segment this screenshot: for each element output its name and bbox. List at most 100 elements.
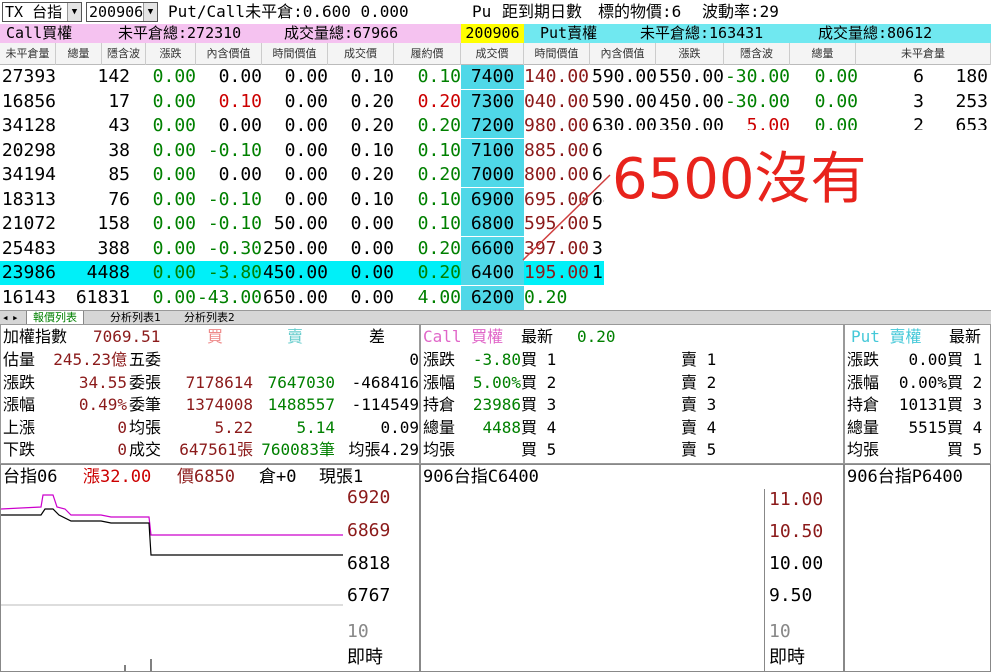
column-header[interactable]: 未平倉量 <box>0 43 56 65</box>
cell-c-oi: 20298 <box>1 139 56 161</box>
put-b-cell[interactable]: 買 4 <box>947 417 990 438</box>
index-l-cell: 下跌 <box>3 440 36 459</box>
annotation-text: 6500沒有 <box>612 147 867 212</box>
cell-c-tot: 85 <box>108 164 130 185</box>
column-header[interactable]: 成交價 <box>461 43 524 65</box>
cell-c-oi: 21072 <box>1 213 56 234</box>
month-select[interactable]: 200906 ▼ <box>86 2 158 22</box>
cell-c-px: 0.20 <box>417 262 461 283</box>
column-header[interactable]: 未平倉量 <box>856 43 991 65</box>
call-s-cell[interactable]: 賣 4 <box>681 417 751 438</box>
tab-analysis-2[interactable]: 分析列表2 <box>180 311 239 325</box>
call-time-label: 即時 <box>769 647 805 668</box>
chevron-down-icon[interactable]: ▼ <box>67 3 81 21</box>
cell-c-iv: 0.00 <box>152 188 196 210</box>
index-l-cell: 上漲 <box>3 417 36 437</box>
tab-analysis-1[interactable]: 分析列表1 <box>106 311 165 325</box>
cell-c-oi: 27393 <box>1 66 56 87</box>
call-b-cell[interactable]: 買 2 <box>521 372 591 393</box>
cell-c-iv: 0.00 <box>152 286 196 308</box>
put-chart-title: 906台指P6400 <box>847 467 963 487</box>
month-value: 200906 <box>89 3 144 21</box>
table-row[interactable]: 16856 17 0.00 0.10 0.00 0.20 0.20 7300 040.00 590… <box>0 89 991 114</box>
cell-c-px: 0.20 <box>417 90 461 112</box>
column-header[interactable]: 時間價值 <box>262 43 328 65</box>
call-b-cell[interactable]: 買 1 <box>521 349 591 370</box>
cell-c-time: 0.10 <box>350 188 394 210</box>
column-header[interactable]: 隱含波 <box>724 43 790 65</box>
cell-c-tot: 17 <box>108 90 130 112</box>
column-header[interactable]: 內含價值 <box>590 43 656 65</box>
call-s-cell[interactable]: 賣 1 <box>681 349 751 370</box>
tab-scroll-left-icon[interactable]: ◂ <box>2 311 9 325</box>
price-line-1 <box>1 494 343 536</box>
column-header[interactable]: 內含價值 <box>196 43 262 65</box>
column-header[interactable]: 漲跌 <box>146 43 196 65</box>
tab-scroll-right-icon[interactable]: ▸ <box>12 311 19 325</box>
column-header[interactable]: 成交價 <box>328 43 394 65</box>
put-b-cell[interactable]: 買 5 <box>947 439 990 460</box>
call-b-cell[interactable]: 買 4 <box>521 417 591 438</box>
call-title: Call買權 <box>6 24 73 42</box>
cell-p-px: 040.00 <box>524 90 590 112</box>
index-d-cell: 0.09 <box>380 417 419 437</box>
index-s-cell: 7647030 <box>267 372 335 392</box>
index-l-cell: 估量 <box>3 350 36 369</box>
tab-quote-list[interactable]: 報價列表 <box>26 311 84 325</box>
y-tick-2: 6869 <box>347 520 391 541</box>
index-b-cell: 647561張 <box>179 440 253 459</box>
column-header[interactable]: 履約價 <box>394 43 461 65</box>
index-buy-header: 買 <box>206 327 223 346</box>
summary-header: Call買權 未平倉總:272310 成交量總:67966 200906 Put… <box>0 24 991 43</box>
column-header[interactable]: 總量 <box>56 43 102 65</box>
y-tick-1: 6920 <box>347 487 391 508</box>
tab-bar: ◂ ▸ 報價列表 分析列表1 分析列表2 <box>0 310 991 325</box>
put-b-cell[interactable]: 買 1 <box>947 349 990 370</box>
index-m-cell: 委筆 <box>129 395 162 414</box>
cell-c-oi: 34128 <box>1 115 56 136</box>
call-s-cell[interactable]: 賣 2 <box>681 372 751 393</box>
y-tick-3: 6818 <box>347 553 391 574</box>
cell-c-oi: 34194 <box>1 164 56 185</box>
annotation-arrow <box>522 174 611 261</box>
symbol-select[interactable]: TX 台指 ▼ <box>2 2 82 22</box>
column-header[interactable]: 時間價值 <box>524 43 590 65</box>
call-s-cell[interactable]: 賣 5 <box>681 439 751 460</box>
index-d-cell: -468416 <box>351 372 419 392</box>
cell-p-iv: 0.00 <box>814 66 858 87</box>
put-b-cell[interactable]: 買 2 <box>947 372 990 393</box>
cell-p-iv: 0.00 <box>814 90 858 112</box>
chevron-down-icon[interactable]: ▼ <box>143 3 157 21</box>
cell-c-oi: 23986 <box>1 262 56 283</box>
days-to-expiry-label: 距到期日數 <box>502 2 583 21</box>
call-b-cell[interactable]: 買 3 <box>521 394 591 415</box>
call-l-cell: 均張 <box>423 440 456 459</box>
futures-price-chart <box>1 494 343 671</box>
index-d-cell: -114549 <box>351 395 419 414</box>
call-b-cell[interactable]: 買 5 <box>521 439 591 460</box>
column-header[interactable]: 隱含波 <box>102 43 146 65</box>
cell-c-px: 4.00 <box>417 286 461 308</box>
cell-c-tot: 4488 <box>86 262 130 283</box>
column-header[interactable]: 總量 <box>790 43 856 65</box>
index-s-cell: 760083筆 <box>261 440 335 459</box>
put-b-cell[interactable]: 買 3 <box>947 394 990 415</box>
call-y-tick-4: 9.50 <box>769 585 813 606</box>
index-v-cell: 245.23億 <box>53 350 127 369</box>
volume-tick: 10 <box>347 621 369 642</box>
column-header[interactable]: 漲跌 <box>656 43 724 65</box>
table-row[interactable]: 27393 142 0.00 0.00 0.00 0.10 0.10 7400 140.00 59… <box>0 65 991 89</box>
call-s-cell[interactable]: 賣 3 <box>681 394 751 415</box>
put-l-cell: 總量 <box>847 417 880 437</box>
cell-c-tot: 388 <box>97 237 130 259</box>
cell-c-iv: 0.00 <box>152 213 196 234</box>
put-chart-panel: 906台指P6400 <box>844 464 991 672</box>
time-label: 即時 <box>347 647 383 668</box>
volatility-label: 波動率:29 <box>702 2 779 21</box>
cell-c-px: 0.10 <box>417 66 461 87</box>
index-d-cell: 0 <box>409 350 419 369</box>
cell-c-time: 0.20 <box>350 90 394 112</box>
call-chart-panel: 906台指C6400 11.00 10.50 10.00 9.50 10 即時 <box>420 464 844 672</box>
cell-p-tot: 6 <box>913 66 924 87</box>
put-label: Pu <box>472 2 492 21</box>
